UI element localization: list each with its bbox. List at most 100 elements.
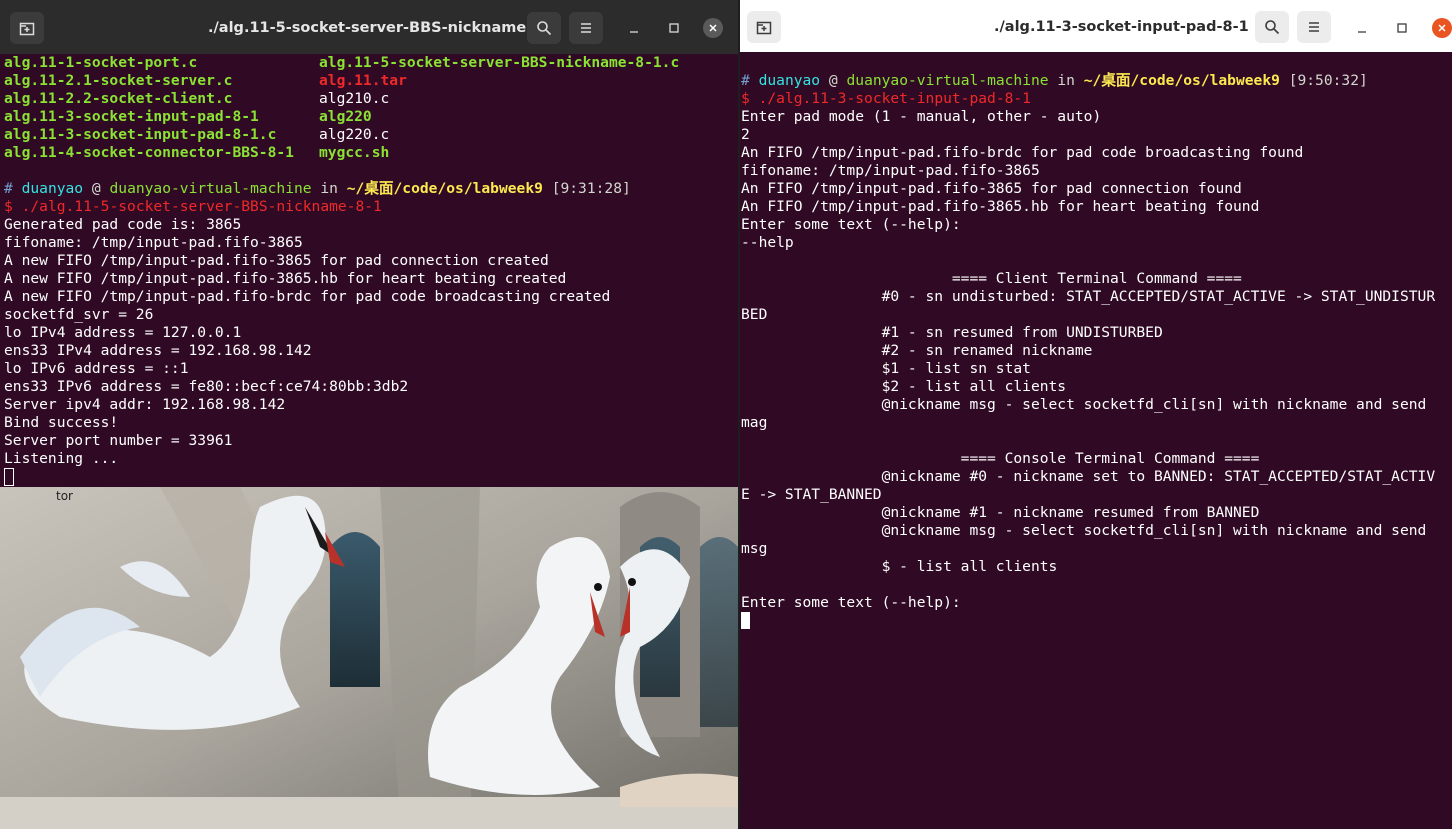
output-line: A new FIFO /tmp/input-pad.fifo-brdc for … bbox=[4, 288, 611, 305]
maximize-icon bbox=[1397, 23, 1407, 33]
output-line: $1 - list sn stat bbox=[741, 360, 1031, 377]
new-tab-icon bbox=[19, 22, 35, 36]
output-line: An FIFO /tmp/input-pad.fifo-3865.hb for … bbox=[741, 198, 1260, 215]
ls-row: alg.11-2.2-socket-client.c alg210.c bbox=[4, 90, 679, 108]
left-terminal-window[interactable]: ./alg.11-5-socket-server-BBS-nickname-8-… bbox=[0, 0, 738, 829]
search-icon bbox=[1265, 20, 1280, 35]
left-terminal-output[interactable]: alg.11-1-socket-port.c alg.11-5-socket-se… bbox=[4, 54, 679, 487]
output-line: socketfd_svr = 26 bbox=[4, 306, 154, 323]
output-line: Server ipv4 addr: 192.168.98.142 bbox=[4, 396, 286, 413]
terminal-cursor bbox=[741, 612, 750, 629]
output-line: Enter some text (--help): bbox=[741, 594, 961, 611]
minimize-icon bbox=[1358, 31, 1366, 33]
output-line: mag bbox=[741, 414, 768, 431]
hamburger-icon bbox=[1309, 22, 1319, 32]
wallpaper-label: tor bbox=[56, 489, 73, 503]
window-title: ./alg.11-5-socket-server-BBS-nickname-8-… bbox=[208, 20, 559, 36]
ls-file: alg.11-2.1-socket-server.c bbox=[4, 72, 233, 89]
ls-file: alg.11-2.2-socket-client.c bbox=[4, 90, 233, 107]
ls-row: alg.11-3-socket-input-pad-8-1 alg220 bbox=[4, 108, 679, 126]
ls-file: alg.11-5-socket-server-BBS-nickname-8-1.… bbox=[319, 54, 680, 71]
close-button[interactable] bbox=[703, 18, 723, 38]
output-line: ==== Console Terminal Command ==== bbox=[741, 450, 1260, 467]
new-tab-icon bbox=[756, 21, 772, 35]
minimize-button[interactable] bbox=[1352, 18, 1372, 38]
output-line: A new FIFO /tmp/input-pad.fifo-3865.hb f… bbox=[4, 270, 567, 287]
output-line: ens33 IPv6 address = fe80::becf:ce74:80b… bbox=[4, 378, 409, 395]
close-icon bbox=[1438, 24, 1446, 32]
output-line: Server port number = 33961 bbox=[4, 432, 233, 449]
output-line: Generated pad code is: 3865 bbox=[4, 216, 242, 233]
close-icon bbox=[709, 24, 717, 32]
ls-file: alg210.c bbox=[319, 90, 390, 107]
output-line: @nickname #0 - nickname set to BANNED: S… bbox=[741, 468, 1436, 485]
ls-file: alg220 bbox=[319, 108, 372, 125]
output-line: 2 bbox=[741, 126, 750, 143]
output-line: Listening ... bbox=[4, 450, 119, 467]
ls-file: mygcc.sh bbox=[319, 144, 390, 161]
output-line: $ - list all clients bbox=[741, 558, 1058, 575]
output-line: msg bbox=[741, 540, 768, 557]
minimize-button[interactable] bbox=[624, 18, 644, 38]
output-line: fifoname: /tmp/input-pad.fifo-3865 bbox=[741, 162, 1040, 179]
search-button[interactable] bbox=[527, 12, 561, 44]
ls-row: alg.11-3-socket-input-pad-8-1.c alg220.c bbox=[4, 126, 679, 144]
output-line: @nickname #1 - nickname resumed from BAN… bbox=[741, 504, 1260, 521]
output-line: --help bbox=[741, 234, 794, 251]
output-line: $2 - list all clients bbox=[741, 378, 1067, 395]
ls-row: alg.11-1-socket-port.c alg.11-5-socket-se… bbox=[4, 54, 679, 72]
output-line: Enter some text (--help): bbox=[741, 216, 961, 233]
new-tab-button[interactable] bbox=[747, 11, 781, 43]
output-line: An FIFO /tmp/input-pad.fifo-brdc for pad… bbox=[741, 144, 1304, 161]
output-line: Bind success! bbox=[4, 414, 119, 431]
swans-wallpaper-image bbox=[0, 487, 738, 829]
prompt-line: # duanyao @ duanyao-virtual-machine in ~… bbox=[741, 72, 1368, 89]
search-icon bbox=[537, 21, 552, 36]
desktop-wallpaper bbox=[0, 487, 738, 829]
terminal-cursor bbox=[4, 468, 14, 486]
output-line: An FIFO /tmp/input-pad.fifo-3865 for pad… bbox=[741, 180, 1242, 197]
close-button[interactable] bbox=[1432, 18, 1452, 38]
output-line: ens33 IPv4 address = 192.168.98.142 bbox=[4, 342, 312, 359]
output-line: fifoname: /tmp/input-pad.fifo-3865 bbox=[4, 234, 303, 251]
command-line: $ ./alg.11-5-socket-server-BBS-nickname-… bbox=[4, 198, 382, 215]
command-line: $ ./alg.11-3-socket-input-pad-8-1 bbox=[741, 90, 1031, 107]
ls-file: alg.11-1-socket-port.c bbox=[4, 54, 198, 71]
output-line: lo IPv4 address = 127.0.0.1 bbox=[4, 324, 242, 341]
hamburger-icon bbox=[581, 23, 591, 33]
right-titlebar[interactable]: ./alg.11-3-socket-input-pad-8-1 bbox=[740, 0, 1452, 52]
output-line: ==== Client Terminal Command ==== bbox=[741, 270, 1242, 287]
ls-file: alg220.c bbox=[319, 126, 390, 143]
output-line: lo IPv6 address = ::1 bbox=[4, 360, 189, 377]
minimize-icon bbox=[630, 31, 638, 33]
ls-row: alg.11-4-socket-connector-BBS-8-1 mygcc.s… bbox=[4, 144, 679, 162]
right-terminal-window[interactable]: ./alg.11-3-socket-input-pad-8-1 # duanya… bbox=[740, 0, 1452, 829]
menu-button[interactable] bbox=[1297, 11, 1331, 43]
ls-file: alg.11-4-socket-connector-BBS-8-1 bbox=[4, 144, 294, 161]
output-line: #0 - sn undisturbed: STAT_ACCEPTED/STAT_… bbox=[741, 288, 1436, 305]
maximize-button[interactable] bbox=[664, 18, 684, 38]
ls-row: alg.11-2.1-socket-server.c alg.11.tar bbox=[4, 72, 679, 90]
prompt-line: # duanyao @ duanyao-virtual-machine in ~… bbox=[4, 180, 631, 197]
search-button[interactable] bbox=[1255, 11, 1289, 43]
output-line: BED bbox=[741, 306, 768, 323]
ls-file: alg.11-3-socket-input-pad-8-1.c bbox=[4, 126, 277, 143]
ls-file: alg.11-3-socket-input-pad-8-1 bbox=[4, 108, 259, 125]
maximize-icon bbox=[669, 23, 679, 33]
new-tab-button[interactable] bbox=[10, 12, 44, 44]
window-title: ./alg.11-3-socket-input-pad-8-1 bbox=[994, 19, 1249, 35]
output-line: A new FIFO /tmp/input-pad.fifo-3865 for … bbox=[4, 252, 549, 269]
output-line: E -> STAT_BANNED bbox=[741, 486, 882, 503]
output-line: @nickname msg - select socketfd_cli[sn] … bbox=[741, 522, 1436, 539]
output-line: Enter pad mode (1 - manual, other - auto… bbox=[741, 108, 1102, 125]
maximize-button[interactable] bbox=[1392, 18, 1412, 38]
menu-button[interactable] bbox=[569, 12, 603, 44]
output-line: @nickname msg - select socketfd_cli[sn] … bbox=[741, 396, 1436, 413]
ls-file: alg.11.tar bbox=[319, 72, 407, 89]
left-titlebar[interactable]: ./alg.11-5-socket-server-BBS-nickname-8-… bbox=[0, 0, 738, 54]
output-line: #2 - sn renamed nickname bbox=[741, 342, 1093, 359]
right-terminal-output[interactable]: # duanyao @ duanyao-virtual-machine in ~… bbox=[741, 72, 1435, 631]
